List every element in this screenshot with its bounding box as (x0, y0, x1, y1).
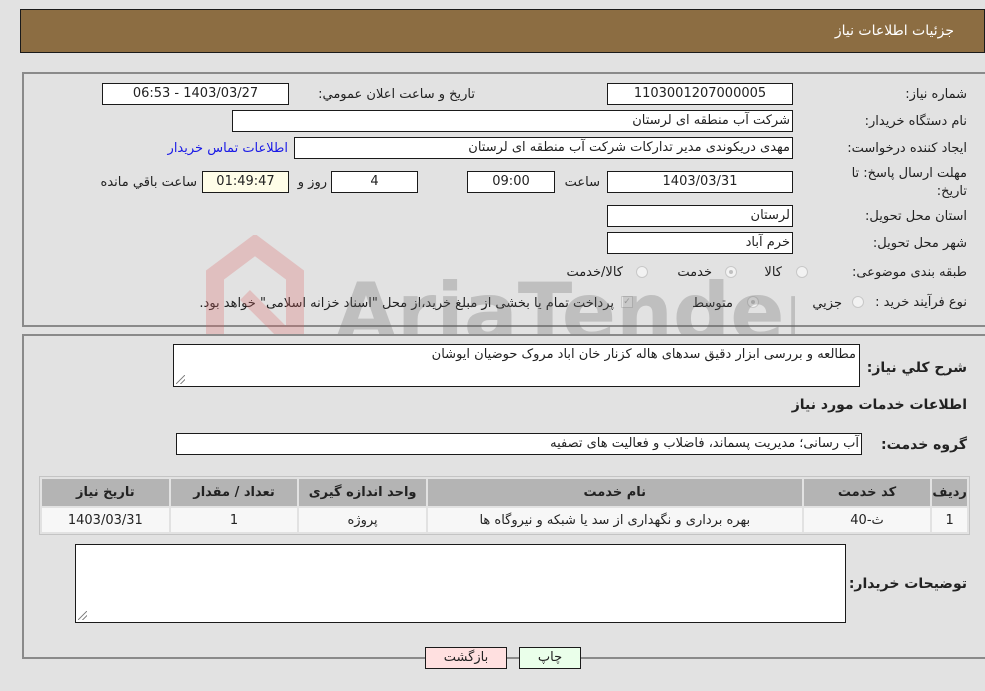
days-label: روز و (297, 175, 327, 190)
cell-service-name: بهره برداری و نگهداری از سد یا شبکه و نی… (427, 508, 802, 532)
province-label: استان محل تحویل: (865, 209, 967, 224)
page-title: جزئیات اطلاعات نیاز (834, 23, 954, 39)
purchase-type-radio-minor[interactable] (852, 296, 864, 308)
col-header-unit: واحد اندازه گيری (299, 479, 426, 506)
requester-label: ایجاد کننده درخواست: (847, 141, 967, 156)
table-row: 1 ث-40 بهره برداری و نگهداری از سد یا شب… (42, 508, 967, 532)
remaining-days-field: 4 (331, 171, 418, 193)
remaining-time-field: 01:49:47 (202, 171, 289, 193)
col-header-quantity: تعداد / مقدار (170, 479, 298, 506)
need-number-label: شماره نیاز: (905, 87, 967, 102)
buyer-notes-label: توضيحات خريدار: (848, 576, 967, 592)
category-radio-goods-service[interactable] (636, 266, 648, 278)
page-header: جزئیات اطلاعات نیاز (20, 9, 985, 53)
cell-service-code: ث-40 (803, 508, 931, 532)
resize-grip-icon[interactable] (78, 611, 87, 620)
table-header-row: رديف كد خدمت نام خدمت واحد اندازه گيری ت… (42, 479, 967, 506)
col-header-service-code: كد خدمت (803, 479, 931, 506)
purchase-type-option-medium: متوسط (692, 296, 733, 311)
remaining-time-label: ساعت باقي مانده (100, 175, 197, 190)
purchase-type-label: نوع فرآیند خرید : (875, 295, 967, 310)
deadline-label-date: تاریخ: (936, 184, 967, 199)
cell-unit: پروژه (299, 508, 426, 532)
service-group-field: آب رسانی؛ مدیریت پسماند، فاضلاب و فعالیت… (176, 433, 862, 455)
buyer-org-label: نام دستگاه خريدار: (864, 114, 967, 129)
province-field: لرستان (607, 205, 793, 227)
purchase-type-option-minor: جزيي (812, 296, 842, 311)
category-radio-goods[interactable] (796, 266, 808, 278)
col-header-row-num: رديف (932, 479, 967, 506)
back-button[interactable]: بازگشت (425, 647, 507, 669)
description-label: شرح كلي نياز: (866, 360, 967, 376)
deadline-time-field: 09:00 (467, 171, 555, 193)
purchase-type-radio-medium[interactable] (747, 296, 759, 308)
services-title: اطلاعات خدمات مورد نياز (791, 397, 967, 413)
announce-datetime-field: 1403/03/27 - 06:53 (102, 83, 289, 105)
buyer-org-field: شرکت آب منطقه ای لرستان (232, 110, 793, 132)
city-label: شهر محل تحویل: (872, 236, 967, 251)
description-text: مطالعه و بررسی ابزار دقیق سدهای هاله کزن… (431, 347, 856, 362)
cell-need-date: 1403/03/31 (42, 508, 169, 532)
treasury-checkbox[interactable]: ✓ (621, 296, 633, 308)
category-option-goods-service: کالا/خدمت (566, 265, 623, 280)
cell-row-num: 1 (932, 508, 967, 532)
col-header-need-date: تاريخ نياز (42, 479, 169, 506)
city-field: خرم آباد (607, 232, 793, 254)
description-textarea[interactable]: مطالعه و بررسی ابزار دقیق سدهای هاله کزن… (173, 344, 860, 387)
cell-quantity: 1 (170, 508, 298, 532)
services-table: رديف كد خدمت نام خدمت واحد اندازه گيری ت… (39, 476, 970, 535)
category-option-service: خدمت (677, 265, 712, 280)
category-label: طبقه بندی موضوعی: (851, 265, 967, 280)
buyer-notes-textarea[interactable] (75, 544, 846, 623)
col-header-service-name: نام خدمت (427, 479, 802, 506)
service-group-label: گروه خدمت: (881, 437, 967, 453)
category-option-goods: کالا (764, 265, 782, 280)
deadline-label: مهلت ارسال پاسخ: تا (851, 166, 967, 181)
treasury-checkbox-label: پرداخت تمام يا بخشی از مبلغ خريد،از محل … (199, 296, 614, 311)
print-button[interactable]: چاپ (519, 647, 581, 669)
resize-grip-icon[interactable] (176, 375, 185, 384)
deadline-date-field: 1403/03/31 (607, 171, 793, 193)
deadline-time-label: ساعت (564, 175, 600, 190)
buyer-contact-link[interactable]: اطلاعات تماس خريدار (168, 141, 288, 156)
category-radio-service[interactable] (725, 266, 737, 278)
requester-field: مهدی دریکوندی مدیر تدارکات شرکت آب منطقه… (294, 137, 793, 159)
need-number-field: 1103001207000005 (607, 83, 793, 105)
announce-datetime-label: تاریخ و ساعت اعلان عمومي: (318, 87, 475, 102)
